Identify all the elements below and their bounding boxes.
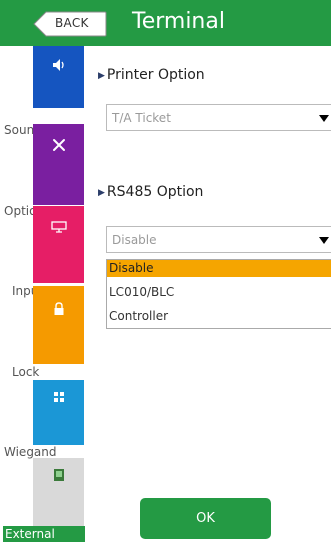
dropdown-option-controller[interactable]: Controller xyxy=(107,308,331,325)
sidebar-item-label: Lock xyxy=(12,365,40,379)
printer-option-heading: ▶ Printer Option xyxy=(98,67,205,83)
back-button[interactable]: BACK xyxy=(33,11,107,37)
wiegand-icon xyxy=(33,390,84,406)
sidebar-item-label: External xyxy=(3,526,85,542)
sidebar: Sound Options Input Lock Wiegand Externa… xyxy=(0,46,91,546)
page-title: Terminal xyxy=(132,9,225,34)
input-tile[interactable] xyxy=(33,206,84,283)
chevron-down-icon xyxy=(319,237,329,244)
device-icon xyxy=(33,468,84,485)
main-panel: ▶ Printer Option T/A Ticket ▶ RS485 Option… xyxy=(91,46,331,546)
wiegand-tile[interactable] xyxy=(33,380,84,445)
back-button-label: BACK xyxy=(55,16,89,30)
options-tile[interactable] xyxy=(33,124,84,205)
printer-option-title: Printer Option xyxy=(106,67,205,83)
rs485-dropdown-list: Disable LC010/BLC Controller xyxy=(106,259,331,329)
dropdown-option-lc010-blc[interactable]: LC010/BLC xyxy=(107,284,331,301)
rs485-option-heading: ▶ RS485 Option xyxy=(98,184,203,200)
display-icon xyxy=(33,220,84,236)
triangle-icon: ▶ xyxy=(98,71,105,81)
rs485-option-select[interactable]: Disable xyxy=(106,226,331,253)
chevron-down-icon xyxy=(319,115,329,122)
rs485-option-title: RS485 Option xyxy=(106,184,204,200)
sound-tile[interactable] xyxy=(33,46,84,108)
printer-option-select[interactable]: T/A Ticket xyxy=(106,104,331,131)
rs485-option-value: Disable xyxy=(112,233,157,247)
lock-tile[interactable] xyxy=(33,286,84,364)
speaker-icon xyxy=(33,58,84,75)
tools-icon xyxy=(33,138,84,155)
title-bar: BACK Terminal xyxy=(0,0,331,46)
sidebar-item-label: Wiegand xyxy=(4,445,57,459)
triangle-icon: ▶ xyxy=(98,188,105,198)
ok-button[interactable]: OK xyxy=(140,498,271,539)
lock-icon xyxy=(33,302,84,319)
printer-option-value: T/A Ticket xyxy=(112,111,171,125)
dropdown-option-disable[interactable]: Disable xyxy=(107,260,331,277)
